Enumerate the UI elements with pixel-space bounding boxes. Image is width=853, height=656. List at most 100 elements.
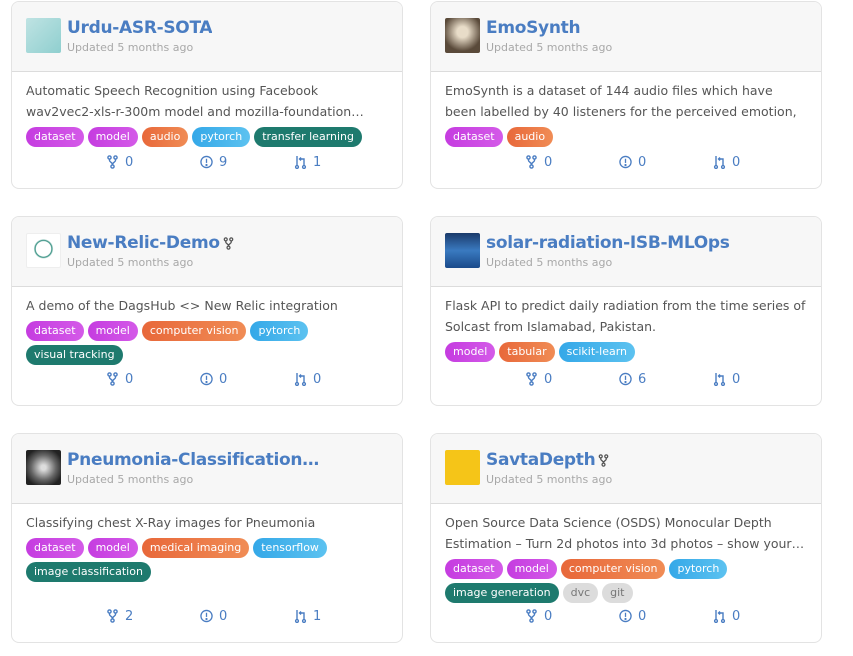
forks-count[interactable]: 0 — [525, 609, 619, 624]
forks-count[interactable]: 0 — [525, 372, 619, 387]
repo-name[interactable]: solar-radiation-ISB-MLOps — [486, 233, 730, 253]
tag-model[interactable]: model — [87, 127, 138, 147]
tag-image-classification[interactable]: image classification — [26, 562, 151, 582]
issues-count[interactable]: 0 — [619, 609, 713, 624]
repo-description: Classifying chest X-Ray images for Pneum… — [26, 515, 316, 530]
pull-requests-count[interactable]: 1 — [294, 609, 388, 624]
repo-stats: 0 9 1 — [26, 150, 388, 188]
tag-computer-vision[interactable]: computer vision — [141, 321, 247, 341]
updated-time: Updated 5 months ago — [67, 473, 194, 486]
tag-model[interactable]: model — [87, 538, 138, 558]
repo-thumbnail[interactable] — [445, 233, 480, 268]
tag-pytorch[interactable]: pytorch — [250, 321, 309, 341]
issues-count[interactable]: 0 — [200, 372, 294, 387]
fork-icon — [525, 155, 538, 169]
forks-count[interactable]: 2 — [106, 609, 200, 624]
repo-description: Flask API to predict daily radiation fro… — [445, 298, 806, 334]
repo-thumbnail[interactable] — [445, 450, 480, 485]
tag-model[interactable]: model — [87, 321, 138, 341]
tag-image-generation[interactable]: image generation — [445, 583, 559, 603]
repo-name[interactable]: EmoSynth — [486, 18, 581, 38]
repo-stats: 0 0 0 — [445, 604, 807, 642]
tag-computer-vision[interactable]: computer vision — [560, 559, 666, 579]
repo-title-link[interactable]: EmoSynth — [486, 18, 612, 38]
repo-title-link[interactable]: New-Relic-Demo — [67, 233, 234, 253]
tag-pytorch[interactable]: pytorch — [669, 559, 728, 579]
repo-thumbnail[interactable] — [26, 233, 61, 268]
tag-audio[interactable]: audio — [506, 127, 554, 147]
repo-card: solar-radiation-ISB-MLOps Updated 5 mont… — [430, 216, 822, 406]
tag-list: dataset model audio pytorch transfer learnin… — [26, 127, 396, 147]
issues-count[interactable]: 6 — [619, 372, 713, 387]
tag-list: dataset model computer vision pytorch visual… — [26, 321, 396, 365]
repo-thumbnail[interactable] — [445, 18, 480, 53]
repo-name[interactable]: Urdu-ASR-SOTA — [67, 18, 212, 38]
tag-git[interactable]: git — [602, 583, 633, 603]
tag-scikit-learn[interactable]: scikit-learn — [558, 342, 636, 362]
repo-card-header: solar-radiation-ISB-MLOps Updated 5 mont… — [431, 217, 821, 287]
tag-dataset[interactable]: dataset — [26, 321, 84, 341]
repo-description: Automatic Speech Recognition using Faceb… — [26, 83, 364, 119]
fork-icon — [106, 155, 119, 169]
tag-dataset[interactable]: dataset — [445, 127, 503, 147]
repo-title-link[interactable]: SavtaDepth — [486, 450, 612, 470]
tag-dataset[interactable]: dataset — [26, 127, 84, 147]
repo-card: Pneumonia-Classification… Updated 5 mont… — [11, 433, 403, 643]
repo-name[interactable]: SavtaDepth — [486, 450, 596, 470]
pull-request-icon — [294, 372, 307, 386]
pull-requests-count[interactable]: 0 — [713, 372, 807, 387]
tag-transfer-learning[interactable]: transfer learning — [254, 127, 363, 147]
repo-title-link[interactable]: solar-radiation-ISB-MLOps — [486, 233, 730, 253]
repo-card: SavtaDepth Updated 5 months ago Open Sou… — [430, 433, 822, 643]
updated-time: Updated 5 months ago — [486, 41, 613, 54]
tag-medical-imaging[interactable]: medical imaging — [141, 538, 250, 558]
tag-audio[interactable]: audio — [141, 127, 189, 147]
fork-icon — [223, 236, 234, 250]
fork-icon — [525, 372, 538, 386]
forks-count[interactable]: 0 — [106, 155, 200, 170]
repo-name[interactable]: Pneumonia-Classification… — [67, 450, 319, 470]
repo-name[interactable]: New-Relic-Demo — [67, 233, 220, 253]
issues-count[interactable]: 9 — [200, 155, 294, 170]
pull-request-icon — [294, 155, 307, 169]
tag-dvc[interactable]: dvc — [562, 583, 599, 603]
forks-count[interactable]: 0 — [525, 155, 619, 170]
repo-thumbnail[interactable] — [26, 450, 61, 485]
pull-requests-count[interactable]: 0 — [713, 155, 807, 170]
repo-thumbnail[interactable] — [26, 18, 61, 53]
tag-list: model tabular scikit-learn — [445, 342, 815, 362]
pull-request-icon — [294, 609, 307, 623]
updated-time: Updated 5 months ago — [486, 473, 613, 486]
repo-card-header: Pneumonia-Classification… Updated 5 mont… — [12, 434, 402, 504]
repo-title-link[interactable]: Pneumonia-Classification… — [67, 450, 319, 470]
issue-icon — [619, 372, 632, 386]
pull-request-icon — [713, 372, 726, 386]
tag-dataset[interactable]: dataset — [445, 559, 503, 579]
tag-model[interactable]: model — [506, 559, 557, 579]
tag-tensorflow[interactable]: tensorflow — [253, 538, 327, 558]
fork-icon — [598, 453, 609, 467]
repo-title-link[interactable]: Urdu-ASR-SOTA — [67, 18, 212, 38]
tag-visual-tracking[interactable]: visual tracking — [26, 345, 123, 365]
issues-count[interactable]: 0 — [619, 155, 713, 170]
tag-list: dataset audio — [445, 127, 815, 147]
tag-dataset[interactable]: dataset — [26, 538, 84, 558]
tag-tabular[interactable]: tabular — [499, 342, 555, 362]
repo-description: Open Source Data Science (OSDS) Monocula… — [445, 515, 805, 551]
fork-icon — [106, 609, 119, 623]
tag-pytorch[interactable]: pytorch — [192, 127, 251, 147]
issue-icon — [619, 155, 632, 169]
pull-requests-count[interactable]: 0 — [713, 609, 807, 624]
pull-requests-count[interactable]: 1 — [294, 155, 388, 170]
forks-count[interactable]: 0 — [106, 372, 200, 387]
repo-stats: 0 0 0 — [26, 367, 388, 405]
tag-model[interactable]: model — [445, 342, 496, 362]
pull-requests-count[interactable]: 0 — [294, 372, 388, 387]
repo-card: Urdu-ASR-SOTA Updated 5 months ago Autom… — [11, 1, 403, 189]
updated-time: Updated 5 months ago — [67, 41, 194, 54]
issues-count[interactable]: 0 — [200, 609, 294, 624]
repo-stats: 0 6 0 — [445, 367, 807, 405]
repo-description: A demo of the DagsHub <> New Relic integ… — [26, 298, 338, 313]
repo-card-header: Urdu-ASR-SOTA Updated 5 months ago — [12, 2, 402, 72]
fork-icon — [525, 609, 538, 623]
